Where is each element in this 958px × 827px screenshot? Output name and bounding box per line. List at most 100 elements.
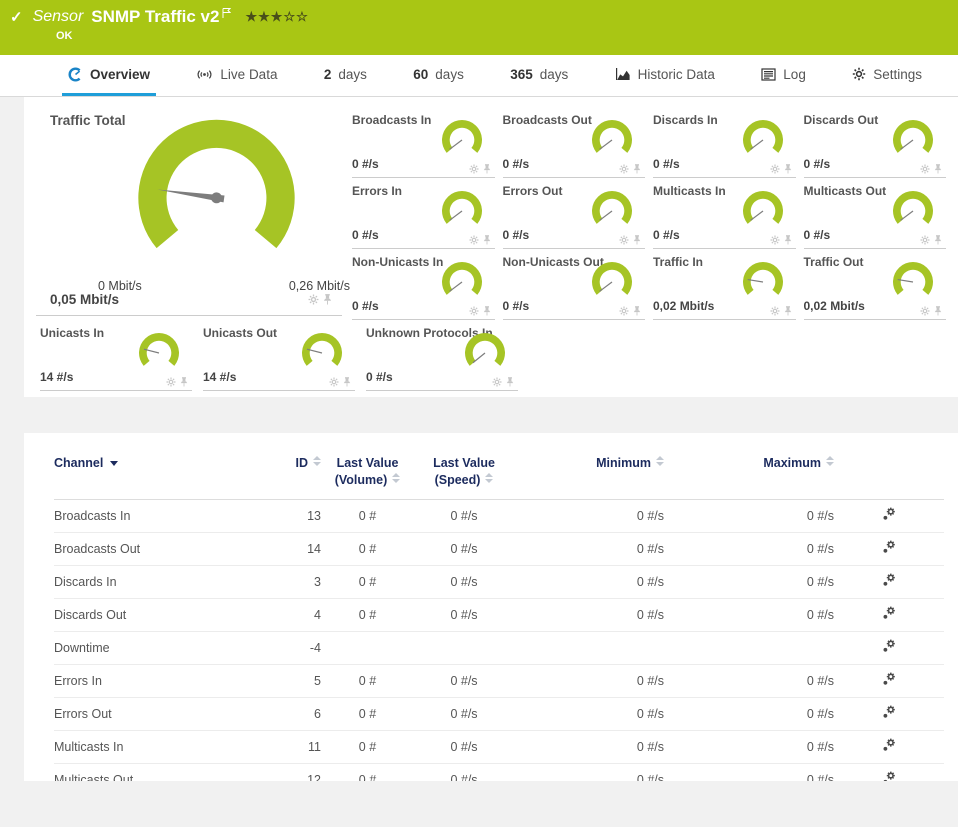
gauge-chart [297,329,347,375]
table-row[interactable]: Broadcasts In 13 0 # 0 #/s 0 #/s 0 #/s [54,499,944,532]
channel-settings-icon[interactable] [882,672,896,686]
tab-overview[interactable]: Overview [62,55,156,96]
pin-icon[interactable] [784,306,792,316]
gauge-cell: Broadcasts Out 0 #/s [503,107,646,178]
column-header-actions [854,447,944,499]
gauge-chart [888,116,938,162]
tab-live-data[interactable]: Live Data [190,55,283,96]
tab-label: days [338,67,367,82]
column-header-id[interactable]: ID [269,447,321,499]
pin-icon[interactable] [180,377,188,387]
priority-stars[interactable]: ★★★☆☆ [245,9,308,25]
pin-icon[interactable] [343,377,351,387]
gauge-chart [587,116,637,162]
table-row[interactable]: Multicasts In 11 0 # 0 #/s 0 #/s 0 #/s [54,730,944,763]
tab-log[interactable]: Log [755,55,812,96]
gear-icon[interactable] [770,306,780,316]
channel-settings-icon[interactable] [882,738,896,752]
gauge-cell: Non-Unicasts Out 0 #/s [503,249,646,320]
channel-name-link[interactable]: Broadcasts Out [54,532,269,565]
tab-number: 60 [413,67,428,82]
channel-settings-icon[interactable] [882,540,896,554]
pin-icon[interactable] [934,164,942,174]
gear-icon[interactable] [770,164,780,174]
gear-icon[interactable] [308,294,319,305]
channel-name-link[interactable]: Errors Out [54,697,269,730]
gear-icon[interactable] [492,377,502,387]
channel-name-link[interactable]: Broadcasts In [54,499,269,532]
pin-icon[interactable] [633,235,641,245]
gauge-cell: Discards Out 0 #/s [804,107,947,178]
channel-minimum: 0 #/s [514,532,684,565]
tab-60-days[interactable]: 60 days [407,55,470,96]
column-header-minimum[interactable]: Minimum [514,447,684,499]
gear-icon[interactable] [166,377,176,387]
sort-icon [826,456,834,466]
channel-name-link[interactable]: Multicasts Out [54,763,269,781]
tab-label: Historic Data [638,67,715,82]
column-header-maximum[interactable]: Maximum [684,447,854,499]
pin-icon[interactable] [506,377,514,387]
pin-icon[interactable] [633,164,641,174]
table-row[interactable]: Broadcasts Out 14 0 # 0 #/s 0 #/s 0 #/s [54,532,944,565]
gear-icon[interactable] [770,235,780,245]
pin-icon[interactable] [483,164,491,174]
table-row[interactable]: Errors Out 6 0 # 0 #/s 0 #/s 0 #/s [54,697,944,730]
gauge-title: Multicasts In [653,184,726,198]
pin-icon[interactable] [483,306,491,316]
table-row[interactable]: Discards In 3 0 # 0 #/s 0 #/s 0 #/s [54,565,944,598]
gear-icon[interactable] [619,235,629,245]
channel-settings-icon[interactable] [882,507,896,521]
table-row[interactable]: Downtime -4 [54,631,944,664]
pin-icon[interactable] [784,164,792,174]
pin-icon[interactable] [483,235,491,245]
channel-minimum: 0 #/s [514,664,684,697]
gauge-chart [888,187,938,233]
gear-icon[interactable] [920,306,930,316]
pin-icon[interactable] [934,306,942,316]
gear-icon[interactable] [469,306,479,316]
tab-2-days[interactable]: 2 days [318,55,373,96]
channel-name-link[interactable]: Downtime [54,631,269,664]
tab-settings[interactable]: Settings [846,55,928,96]
tab-label: days [540,67,569,82]
gear-icon[interactable] [619,306,629,316]
column-header-last-value-volume[interactable]: Last Value (Volume) [321,447,414,499]
channel-settings-icon[interactable] [882,573,896,587]
flag-icon[interactable] [222,8,231,18]
channel-minimum: 0 #/s [514,598,684,631]
column-header-last-value-speed[interactable]: Last Value (Speed) [414,447,514,499]
pin-icon[interactable] [934,235,942,245]
table-row[interactable]: Discards Out 4 0 # 0 #/s 0 #/s 0 #/s [54,598,944,631]
channel-settings-icon[interactable] [882,705,896,719]
channel-name-link[interactable]: Errors In [54,664,269,697]
gauge-cell: Multicasts In 0 #/s [653,178,796,249]
pin-icon[interactable] [323,294,332,305]
tab-historic-data[interactable]: Historic Data [609,55,721,96]
channel-settings-icon[interactable] [882,771,896,781]
channel-name-link[interactable]: Discards In [54,565,269,598]
tab-365-days[interactable]: 365 days [504,55,574,96]
channel-minimum: 0 #/s [514,499,684,532]
gauge-value: 0 #/s [804,157,831,171]
gear-icon[interactable] [329,377,339,387]
channel-maximum: 0 #/s [684,697,854,730]
channel-settings-icon[interactable] [882,606,896,620]
channel-name-link[interactable]: Multicasts In [54,730,269,763]
gear-icon[interactable] [920,164,930,174]
gauge-cell: Multicasts Out 0 #/s [804,178,947,249]
gear-icon[interactable] [619,164,629,174]
channel-id: 12 [269,763,321,781]
gear-icon[interactable] [920,235,930,245]
channel-last-value-speed: 0 #/s [414,598,514,631]
table-row[interactable]: Errors In 5 0 # 0 #/s 0 #/s 0 #/s [54,664,944,697]
pin-icon[interactable] [633,306,641,316]
column-header-channel[interactable]: Channel [54,447,269,499]
gear-icon[interactable] [469,164,479,174]
gauge-value: 0 #/s [653,228,680,242]
channel-name-link[interactable]: Discards Out [54,598,269,631]
pin-icon[interactable] [784,235,792,245]
table-row[interactable]: Multicasts Out 12 0 # 0 #/s 0 #/s 0 #/s [54,763,944,781]
channel-settings-icon[interactable] [882,639,896,653]
gear-icon[interactable] [469,235,479,245]
